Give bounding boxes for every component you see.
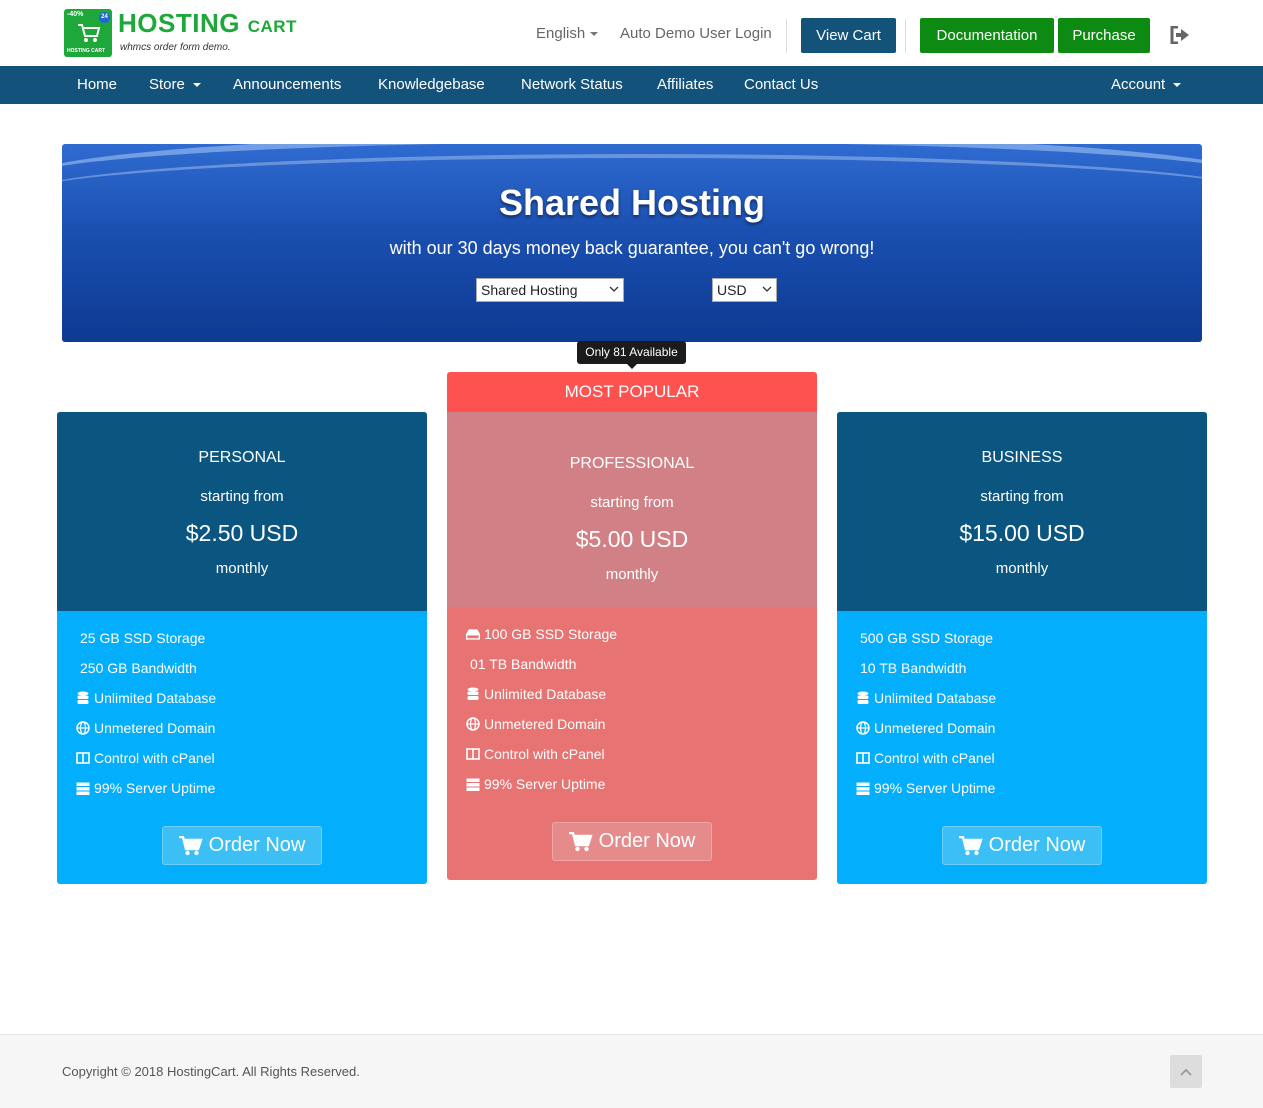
feature-domain: Unmetered Domain	[76, 720, 215, 736]
plan-header	[837, 412, 1207, 611]
feature-uptime: 99% Server Uptime	[76, 780, 215, 796]
nav-affiliates[interactable]: Affiliates	[657, 76, 713, 93]
nav-network-status[interactable]: Network Status	[521, 76, 623, 93]
feature-database: Unlimited Database	[76, 690, 216, 706]
server-icon	[856, 781, 870, 795]
documentation-button[interactable]: Documentation	[920, 18, 1054, 53]
columns-icon	[856, 751, 870, 765]
top-header: -40% 24 HOSTING CART HOSTING CART whmcs …	[0, 0, 1263, 66]
feature-database: Unlimited Database	[466, 686, 606, 702]
plan-card-personal: PERSONAL starting from $2.50 USD monthly…	[57, 412, 427, 884]
feature-domain: Unmetered Domain	[466, 716, 605, 732]
nav-account[interactable]: Account	[1111, 76, 1182, 93]
columns-icon	[466, 747, 480, 761]
caret-down-icon	[192, 83, 201, 88]
brand-tagline: whmcs order form demo.	[120, 42, 231, 53]
database-icon	[856, 691, 870, 705]
nav-store[interactable]: Store	[149, 76, 201, 93]
feature-database: Unlimited Database	[856, 690, 996, 706]
chevron-down-icon	[609, 286, 619, 292]
feature-bandwidth: 01 TB Bandwidth	[470, 656, 577, 672]
purchase-button[interactable]: Purchase	[1058, 18, 1150, 53]
back-to-top-button[interactable]	[1170, 1055, 1202, 1088]
view-cart-button[interactable]: View Cart	[801, 18, 896, 53]
feature-cpanel: Control with cPanel	[76, 750, 215, 766]
logo-cart-icon: -40% 24 HOSTING CART	[64, 9, 112, 57]
order-now-button[interactable]: Order Now	[552, 822, 712, 861]
feature-uptime: 99% Server Uptime	[466, 776, 605, 792]
availability-tooltip: Only 81 Available	[577, 341, 686, 369]
columns-icon	[76, 751, 90, 765]
feature-bandwidth: 250 GB Bandwidth	[80, 660, 197, 676]
hero-banner: Shared Hosting with our 30 days money ba…	[62, 144, 1202, 342]
feature-storage: 100 GB SSD Storage	[466, 626, 617, 642]
brand-title: HOSTING CART	[118, 8, 297, 38]
hdd-icon	[466, 627, 480, 641]
logo-24-badge: 24	[99, 12, 110, 23]
feature-uptime: 99% Server Uptime	[856, 780, 995, 796]
plan-name: PERSONAL	[198, 449, 286, 466]
nav-knowledgebase[interactable]: Knowledgebase	[378, 76, 485, 93]
plan-starting-from: starting from	[590, 494, 674, 511]
feature-cpanel: Control with cPanel	[856, 750, 995, 766]
shopping-cart-icon	[178, 835, 203, 855]
divider	[905, 19, 906, 53]
category-select[interactable]: Shared Hosting	[476, 278, 624, 302]
plan-card-business: BUSINESS starting from $15.00 USD monthl…	[837, 412, 1207, 884]
globe-icon	[76, 721, 90, 735]
plan-price: $5.00 USD	[575, 526, 689, 552]
caret-down-icon	[590, 32, 599, 37]
plan-price: $15.00 USD	[959, 520, 1085, 546]
database-icon	[76, 691, 90, 705]
server-icon	[466, 777, 480, 791]
feature-storage: 25 GB SSD Storage	[80, 630, 206, 646]
nav-announcements[interactable]: Announcements	[233, 76, 341, 93]
nav-home[interactable]: Home	[77, 76, 117, 93]
globe-icon	[856, 721, 870, 735]
feature-cpanel: Control with cPanel	[466, 746, 605, 762]
order-now-button[interactable]: Order Now	[162, 826, 322, 865]
shopping-cart-icon	[568, 831, 593, 851]
caret-down-icon	[1173, 83, 1182, 88]
banner-title: Shared Hosting	[498, 182, 766, 223]
shopping-cart-icon	[958, 835, 983, 855]
footer: Copyright © 2018 HostingCart. All Rights…	[0, 1034, 1263, 1108]
plan-price: $2.50 USD	[185, 520, 299, 546]
plan-cycle: monthly	[995, 560, 1049, 577]
plan-header	[57, 412, 427, 611]
auto-login-link[interactable]: Auto Demo User Login	[620, 25, 772, 42]
sign-out-icon[interactable]	[1170, 25, 1190, 49]
plan-name: BUSINESS	[981, 449, 1063, 466]
plan-card-professional: PROFESSIONAL starting from $5.00 USD mon…	[447, 412, 817, 880]
most-popular-ribbon: MOST POPULAR	[447, 372, 817, 412]
banner-subtitle: with our 30 days money back guarantee, y…	[389, 238, 875, 258]
logo[interactable]: -40% 24 HOSTING CART HOSTING CART whmcs …	[64, 9, 297, 57]
logo-box-label: HOSTING CART	[67, 48, 106, 54]
main-nav: Home Store Announcements Knowledgebase N…	[0, 66, 1263, 104]
order-now-button[interactable]: Order Now	[942, 826, 1102, 865]
database-icon	[466, 687, 480, 701]
chevron-up-icon	[1180, 1068, 1192, 1076]
globe-icon	[466, 717, 480, 731]
feature-storage: 500 GB SSD Storage	[860, 630, 994, 646]
divider	[786, 19, 787, 53]
nav-contact-us[interactable]: Contact Us	[744, 76, 818, 93]
chevron-down-icon	[762, 286, 772, 292]
language-dropdown[interactable]: English	[536, 25, 599, 42]
copyright-text: Copyright © 2018 HostingCart. All Rights…	[62, 1064, 360, 1079]
plan-starting-from: starting from	[980, 488, 1064, 505]
logo-discount: -40%	[67, 11, 84, 18]
currency-select[interactable]: USD	[712, 278, 777, 302]
plan-cycle: monthly	[605, 566, 659, 583]
feature-bandwidth: 10 TB Bandwidth	[860, 660, 967, 676]
plan-cycle: monthly	[215, 560, 269, 577]
plan-starting-from: starting from	[200, 488, 284, 505]
server-icon	[76, 781, 90, 795]
feature-domain: Unmetered Domain	[856, 720, 995, 736]
plan-name: PROFESSIONAL	[569, 455, 695, 472]
